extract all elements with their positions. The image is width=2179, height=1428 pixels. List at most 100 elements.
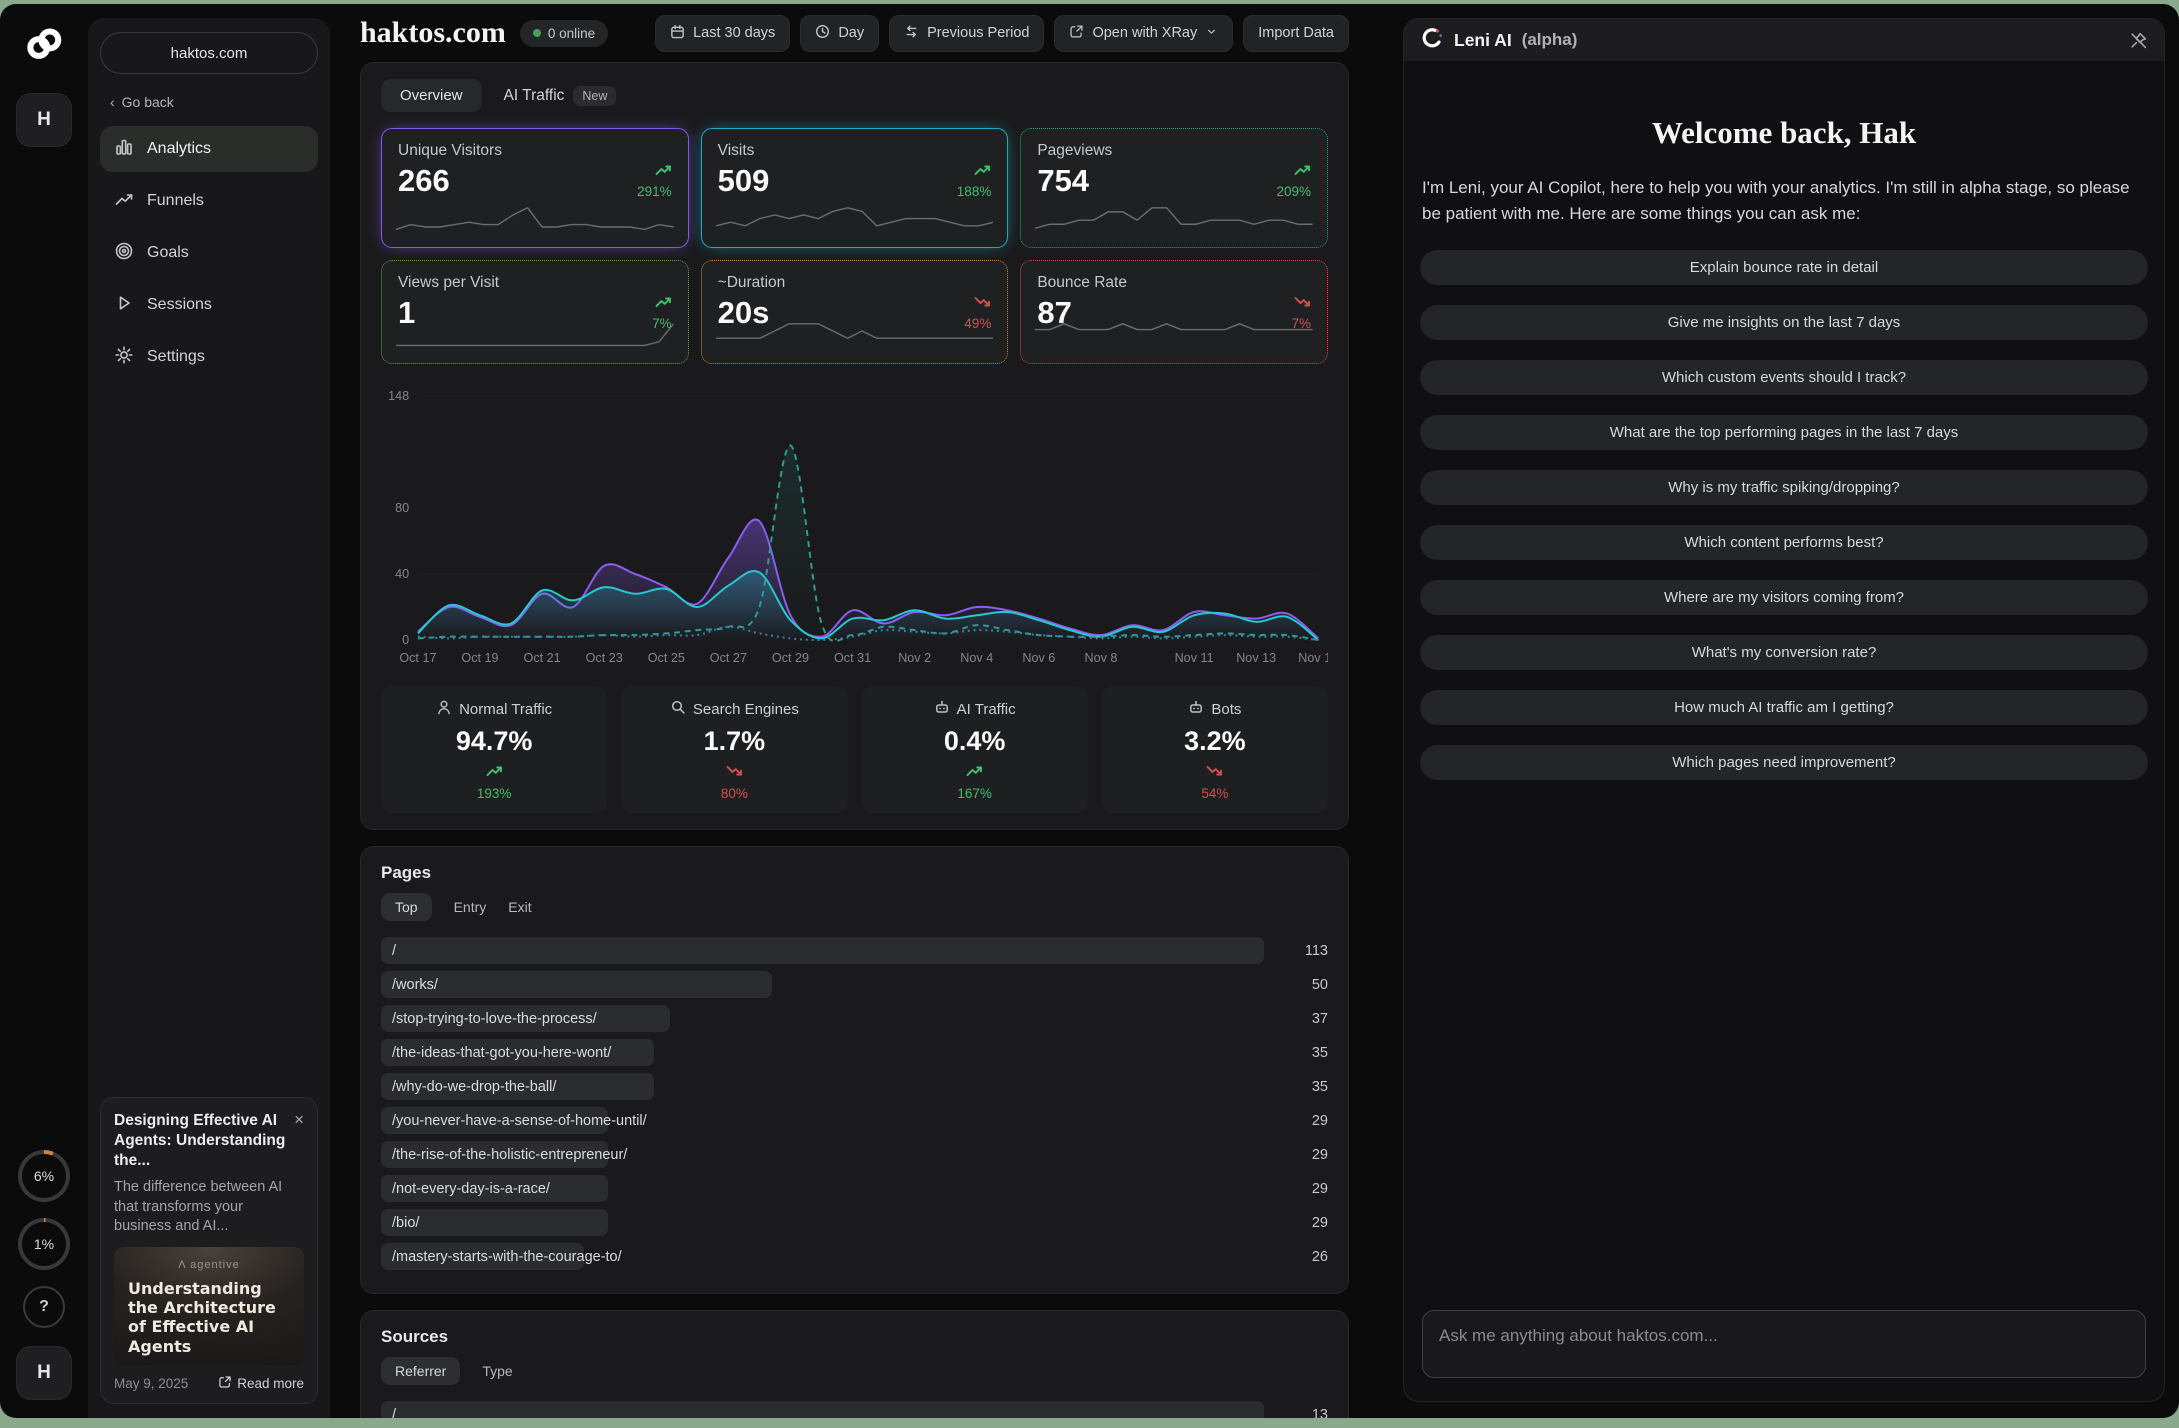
stat-card-bounce-rate[interactable]: Bounce Rate 87 7% [1020, 260, 1328, 364]
date-range-button[interactable]: Last 30 days [655, 15, 790, 52]
source-path: / [392, 1407, 396, 1419]
tab-ai-traffic[interactable]: AI Traffic New [504, 86, 617, 106]
page-path: /stop-trying-to-love-the-process/ [392, 1011, 597, 1027]
swap-arrows-icon [904, 24, 919, 43]
table-row[interactable]: /stop-trying-to-love-the-process/ 37 [381, 1005, 1328, 1032]
promo-thumbnail[interactable]: Λ agentive Understanding the Architectur… [114, 1247, 304, 1365]
pages-title: Pages [381, 863, 1328, 883]
sources-tab-referrer[interactable]: Referrer [381, 1357, 460, 1385]
page-bar [381, 971, 772, 998]
icon-rail: H 6% 1% ? H [0, 4, 88, 1418]
table-row[interactable]: / 13 [381, 1401, 1328, 1418]
traffic-card-search: Search Engines 1.7% 80% [621, 686, 847, 813]
go-back-link[interactable]: ‹ Go back [100, 94, 318, 110]
sources-panel: Sources Referrer Type / 13 / [360, 1310, 1349, 1418]
page-count: 37 [1312, 1011, 1328, 1027]
robot-icon [1188, 699, 1204, 719]
suggestion-button[interactable]: What are the top performing pages in the… [1420, 415, 2148, 450]
svg-text:Oct 21: Oct 21 [524, 650, 561, 665]
import-data-button[interactable]: Import Data [1243, 15, 1349, 52]
sidebar: haktos.com ‹ Go back Analytics Funnels G… [88, 18, 330, 1418]
sparkline [716, 203, 994, 239]
workspace-button[interactable]: H [16, 93, 72, 147]
account-button[interactable]: H [16, 1346, 72, 1400]
svg-text:Oct 29: Oct 29 [772, 650, 809, 665]
stat-card-visits[interactable]: Visits 509 188% [701, 128, 1009, 248]
page-title: haktos.com [360, 16, 506, 50]
chevron-down-icon [1205, 25, 1218, 42]
suggestion-button[interactable]: What's my conversion rate? [1420, 635, 2148, 670]
domain-selector[interactable]: haktos.com [100, 32, 318, 74]
table-row[interactable]: / 113 [381, 937, 1328, 964]
pages-tab-entry[interactable]: Entry [454, 899, 487, 915]
page-path: /the-ideas-that-got-you-here-wont/ [392, 1045, 611, 1061]
source-bar [381, 1401, 1264, 1418]
usage-ring-1: 6% [18, 1150, 70, 1202]
sidebar-item-analytics[interactable]: Analytics [100, 126, 318, 172]
page-path: /the-rise-of-the-holistic-entrepreneur/ [392, 1147, 627, 1163]
sources-list: / 13 / 12 /blog/ 6 [381, 1401, 1328, 1418]
trend-up-icon [655, 163, 672, 182]
svg-text:Nov 8: Nov 8 [1084, 650, 1117, 665]
sidebar-item-sessions[interactable]: Sessions [100, 282, 318, 328]
read-more-link[interactable]: Read more [218, 1375, 304, 1392]
previous-period-button[interactable]: Previous Period [889, 15, 1044, 52]
source-count: 13 [1312, 1407, 1328, 1419]
close-icon[interactable]: × [294, 1111, 304, 1171]
promo-title: Designing Effective AI Agents: Understan… [114, 1111, 286, 1171]
table-row[interactable]: /works/ 50 [381, 971, 1328, 998]
page-path: /mastery-starts-with-the-courage-to/ [392, 1249, 622, 1265]
trend-up-icon [655, 295, 672, 314]
sidebar-item-settings[interactable]: Settings [100, 334, 318, 380]
leni-logo-icon [1420, 26, 1444, 55]
svg-text:Oct 27: Oct 27 [710, 650, 747, 665]
table-row[interactable]: /bio/ 29 [381, 1209, 1328, 1236]
play-icon [114, 293, 134, 318]
leni-stage: (alpha) [1522, 30, 1578, 50]
suggestion-button[interactable]: Why is my traffic spiking/dropping? [1420, 470, 2148, 505]
pages-panel: Pages Top Entry Exit / 113 /wor [360, 846, 1349, 1294]
traffic-card-ai: AI Traffic 0.4% 167% [862, 686, 1088, 813]
page-count: 29 [1312, 1147, 1328, 1163]
suggestion-button[interactable]: Which pages need improvement? [1420, 745, 2148, 780]
stat-card-unique-visitors[interactable]: Unique Visitors 266 291% [381, 128, 689, 248]
suggestion-button[interactable]: Which custom events should I track? [1420, 360, 2148, 395]
app-logo-icon [23, 26, 65, 67]
table-row[interactable]: /not-every-day-is-a-race/ 29 [381, 1175, 1328, 1202]
stat-card-views-per-visit[interactable]: Views per Visit 1 7% [381, 260, 689, 364]
stat-card-pageviews[interactable]: Pageviews 754 209% [1020, 128, 1328, 248]
page-count: 35 [1312, 1079, 1328, 1095]
chat-input[interactable] [1422, 1310, 2146, 1378]
suggestion-button[interactable]: Give me insights on the last 7 days [1420, 305, 2148, 340]
suggestion-button[interactable]: Explain bounce rate in detail [1420, 250, 2148, 285]
table-row[interactable]: /why-do-we-drop-the-ball/ 35 [381, 1073, 1328, 1100]
sidebar-item-goals[interactable]: Goals [100, 230, 318, 276]
tab-overview[interactable]: Overview [381, 79, 482, 112]
page-count: 35 [1312, 1045, 1328, 1061]
page-path: / [392, 943, 396, 959]
suggestion-button[interactable]: Where are my visitors coming from? [1420, 580, 2148, 615]
suggestion-button[interactable]: How much AI traffic am I getting? [1420, 690, 2148, 725]
table-row[interactable]: /the-ideas-that-got-you-here-wont/ 35 [381, 1039, 1328, 1066]
open-with-xray-button[interactable]: Open with XRay [1054, 15, 1233, 52]
pages-tab-exit[interactable]: Exit [508, 899, 531, 915]
table-row[interactable]: /mastery-starts-with-the-courage-to/ 26 [381, 1243, 1328, 1270]
stat-card-duration[interactable]: ~Duration 20s 49% [701, 260, 1009, 364]
granularity-button[interactable]: Day [800, 15, 879, 52]
trending-up-icon [114, 189, 134, 214]
external-link-icon [218, 1375, 232, 1392]
suggestion-button[interactable]: Which content performs best? [1420, 525, 2148, 560]
page-path: /you-never-have-a-sense-of-home-until/ [392, 1113, 647, 1129]
svg-text:40: 40 [395, 566, 409, 581]
help-button[interactable]: ? [23, 1286, 65, 1328]
pin-off-icon[interactable] [2129, 31, 2148, 50]
table-row[interactable]: /the-rise-of-the-holistic-entrepreneur/ … [381, 1141, 1328, 1168]
sources-tab-type[interactable]: Type [482, 1363, 512, 1379]
pages-tab-top[interactable]: Top [381, 893, 432, 921]
page-path: /works/ [392, 977, 438, 993]
svg-text:Nov 2: Nov 2 [898, 650, 931, 665]
table-row[interactable]: /you-never-have-a-sense-of-home-until/ 2… [381, 1107, 1328, 1134]
promo-brand: Λ agentive [128, 1259, 290, 1271]
sidebar-item-funnels[interactable]: Funnels [100, 178, 318, 224]
svg-text:Oct 19: Oct 19 [461, 650, 498, 665]
